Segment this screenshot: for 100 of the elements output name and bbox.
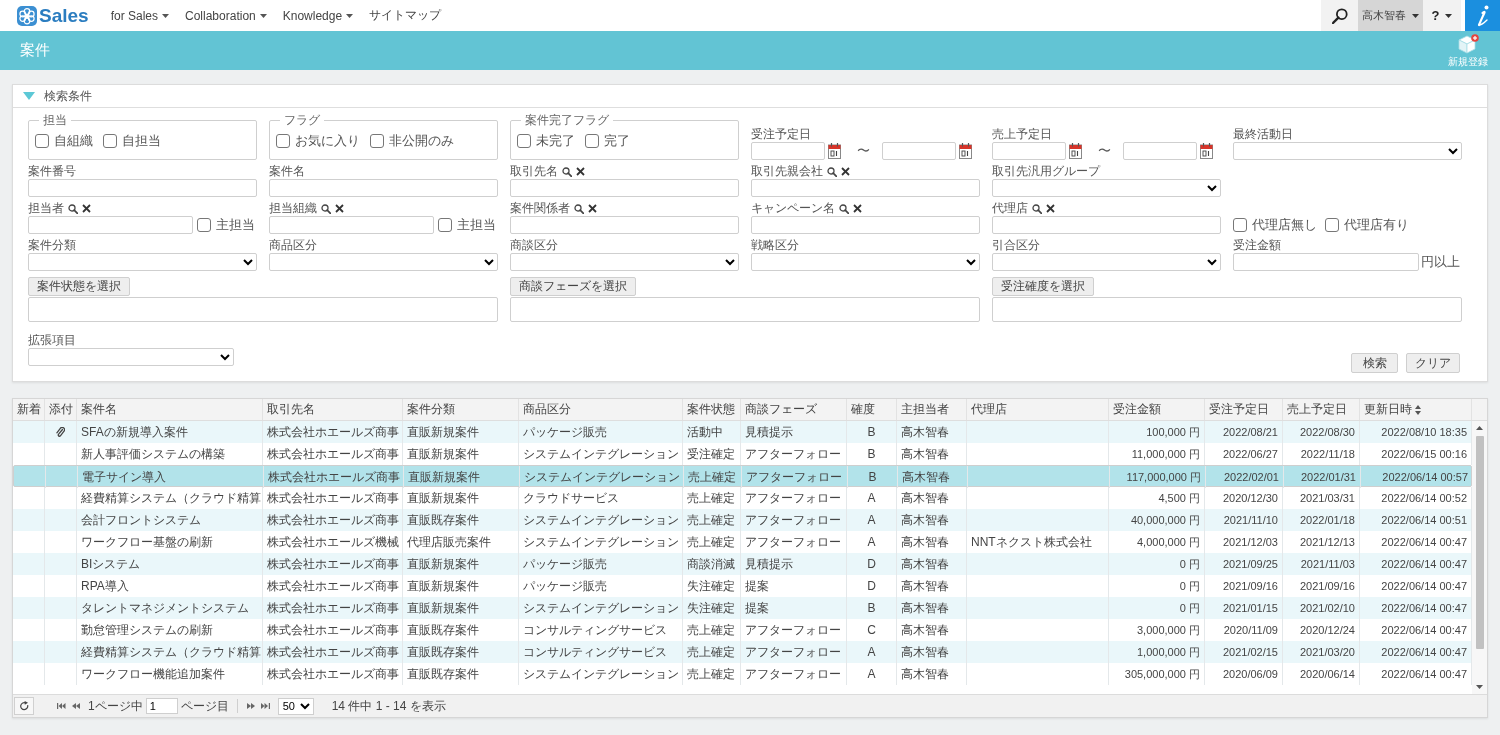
close-icon[interactable] [576, 167, 585, 176]
text-field[interactable] [28, 179, 257, 197]
nav-menu-item[interactable]: Collaboration [185, 7, 267, 24]
column-header[interactable]: 受注金額 [1109, 399, 1205, 420]
user-menu-button[interactable]: 高木智春 [1358, 0, 1423, 31]
scrollbar[interactable] [1472, 421, 1487, 694]
text-field[interactable] [510, 216, 739, 234]
table-row[interactable]: SFAの新規導入案件 株式会社ホエールズ商事 直販新規案件 パッケージ販売 活動中 見積提示 B 高木智春 100,000 円 2022/08/21 2022/08/30 2022/08/10 18:35 [13, 421, 1472, 443]
table-row[interactable]: 新人事評価システムの構築 株式会社ホエールズ商事 直販新規案件 システムインテグレーション 受注確定 アフターフォロー B 高木智春 11,000,000 円 2022/06/27 2022/11/18 2022/06/15 00:16 [13, 443, 1472, 465]
dropdown-field[interactable] [992, 179, 1221, 197]
dropdown-field[interactable] [510, 253, 739, 271]
checkbox[interactable] [517, 134, 531, 148]
column-header[interactable]: 主担当者 [897, 399, 967, 420]
table-row[interactable]: 会計フロントシステム 株式会社ホエールズ商事 直販既存案件 システムインテグレーション 売上確定 アフターフォロー A 高木智春 40,000,000 円 2021/11/10 2022/01/18 2022/06/14 00:51 [13, 509, 1472, 531]
search-icon[interactable] [1032, 203, 1042, 214]
first-page-icon[interactable] [57, 703, 66, 709]
action-button[interactable]: クリア [1406, 353, 1460, 373]
scrollbar-thumb[interactable] [1475, 436, 1484, 649]
page-number-field[interactable]: 1 [145, 698, 178, 714]
close-icon[interactable] [853, 204, 862, 213]
scroll-up-icon[interactable] [1476, 426, 1483, 430]
selection-field[interactable] [510, 297, 980, 322]
date-field[interactable] [882, 142, 956, 160]
column-header[interactable]: 案件状態 [683, 399, 741, 420]
previous-page-icon[interactable] [72, 703, 80, 709]
amount-field[interactable] [1233, 253, 1419, 271]
nav-menu-item[interactable]: Knowledge [282, 7, 354, 24]
select-button[interactable]: 案件状態を選択 [28, 277, 130, 296]
search-icon[interactable] [827, 166, 837, 177]
table-row[interactable]: 経費精算システム（クラウド精算 株式会社ホエールズ商事 直販新規案件 クラウドサービス 売上確定 アフターフォロー A 高木智春 4,500 円 2020/12/30 2021/03/31 2022/06/14 00:52 [13, 487, 1472, 509]
page-size-select[interactable]: 50 [277, 697, 314, 715]
text-field[interactable] [751, 179, 980, 197]
close-icon[interactable] [588, 204, 597, 213]
checkbox[interactable] [370, 134, 384, 148]
text-field[interactable] [269, 179, 498, 197]
column-header[interactable]: 受注予定日 [1205, 399, 1283, 420]
column-header[interactable]: 更新日時 [1360, 399, 1472, 420]
selection-field[interactable] [992, 297, 1462, 322]
date-field[interactable] [992, 142, 1066, 160]
column-header[interactable]: 売上予定日 [1283, 399, 1360, 420]
checkbox[interactable] [585, 134, 599, 148]
column-header[interactable]: 確度 [847, 399, 897, 420]
checkbox[interactable] [1325, 218, 1339, 232]
column-header[interactable]: 案件名 [77, 399, 263, 420]
checkbox[interactable] [35, 134, 49, 148]
selection-field[interactable] [28, 297, 498, 322]
column-header[interactable]: 商談フェーズ [741, 399, 847, 420]
column-header[interactable]: 添付 [45, 399, 77, 420]
dropdown-field[interactable] [269, 253, 498, 271]
column-header[interactable]: 案件分類 [403, 399, 519, 420]
help-menu-button[interactable]: ? [1423, 0, 1461, 31]
dropdown-field[interactable] [1233, 142, 1462, 160]
close-icon[interactable] [335, 204, 344, 213]
column-header[interactable]: 代理店 [967, 399, 1109, 420]
search-button[interactable] [1321, 0, 1358, 31]
letter-i-logo-icon[interactable] [1465, 0, 1500, 31]
checkbox[interactable] [1233, 218, 1247, 232]
action-button[interactable]: 検索 [1351, 353, 1398, 373]
table-row[interactable]: ワークフロー機能追加案件 株式会社ホエールズ商事 直販既存案件 システムインテグレーション 売上確定 アフターフォロー A 高木智春 305,000,000 円 2020/06/09 2020/06/14 2022/06/14 00:47 [13, 663, 1472, 685]
calendar-icon[interactable] [828, 143, 841, 159]
search-icon[interactable] [68, 203, 78, 214]
paperclip-icon[interactable] [56, 426, 65, 438]
text-field[interactable] [510, 179, 739, 197]
close-icon[interactable] [82, 204, 91, 213]
logo-text[interactable]: Sales [39, 4, 89, 27]
table-row[interactable]: ワークフロー基盤の刷新 株式会社ホエールズ機械 代理店販売案件 システムインテグレーション 売上確定 アフターフォロー A 高木智春 NNTネクスト株式会社 4,000,000 円 2021/12/03 2021/12/13 2022/06/14 00:47 [13, 531, 1472, 553]
search-icon[interactable] [562, 166, 572, 177]
refresh-button[interactable] [14, 697, 34, 715]
table-row[interactable]: タレントマネジメントシステム 株式会社ホエールズ商事 直販新規案件 システムインテグレーション 失注確定 提案 B 高木智春 0 円 2021/01/15 2021/02/10 2022/06/14 00:47 [13, 597, 1472, 619]
table-row[interactable]: 勤怠管理システムの刷新 株式会社ホエールズ商事 直販既存案件 コンサルティングサービス 売上確定 アフターフォロー C 高木智春 3,000,000 円 2020/11/09 2020/12/24 2022/06/14 00:47 [13, 619, 1472, 641]
nav-menu-item[interactable]: for Sales [110, 7, 169, 24]
calendar-icon[interactable] [959, 143, 972, 159]
calendar-icon[interactable] [1200, 143, 1213, 159]
dropdown-field[interactable] [28, 253, 257, 271]
next-page-icon[interactable] [246, 703, 255, 709]
dropdown-field[interactable] [992, 253, 1221, 271]
dropdown-field[interactable] [751, 253, 980, 271]
last-page-icon[interactable] [260, 703, 270, 709]
column-header[interactable]: 新着 [13, 399, 45, 420]
text-field[interactable] [269, 216, 434, 234]
select-button[interactable]: 商談フェーズを選択 [510, 277, 636, 296]
checkbox[interactable] [197, 218, 211, 232]
date-field[interactable] [751, 142, 825, 160]
close-icon[interactable] [841, 167, 850, 176]
calendar-icon[interactable] [1069, 143, 1082, 159]
dropdown-field[interactable] [28, 348, 234, 366]
text-field[interactable] [992, 216, 1221, 234]
text-field[interactable] [751, 216, 980, 234]
table-row[interactable]: 電子サイン導入 株式会社ホエールズ商事 直販新規案件 システムインテグレーション 売上確定 アフターフォロー B 高木智春 117,000,000 円 2022/02/01 2022/01/31 2022/06/14 00:57 [13, 465, 1472, 487]
select-button[interactable]: 受注確度を選択 [992, 277, 1094, 296]
column-header[interactable]: 取引先名 [263, 399, 403, 420]
scroll-down-icon[interactable] [1476, 685, 1483, 689]
text-field[interactable] [28, 216, 193, 234]
table-row[interactable]: 経費精算システム（クラウド精算 株式会社ホエールズ商事 直販既存案件 コンサルティングサービス 売上確定 アフターフォロー A 高木智春 1,000,000 円 2021/02/15 2021/03/20 2022/06/14 00:47 [13, 641, 1472, 663]
search-icon[interactable] [574, 203, 584, 214]
close-icon[interactable] [1046, 204, 1055, 213]
table-row[interactable]: RPA導入 株式会社ホエールズ商事 直販新規案件 パッケージ販売 失注確定 提案 D 高木智春 0 円 2021/09/16 2021/09/16 2022/06/14 00:47 [13, 575, 1472, 597]
checkbox[interactable] [438, 218, 452, 232]
checkbox[interactable] [103, 134, 117, 148]
column-header[interactable]: 商品区分 [519, 399, 683, 420]
